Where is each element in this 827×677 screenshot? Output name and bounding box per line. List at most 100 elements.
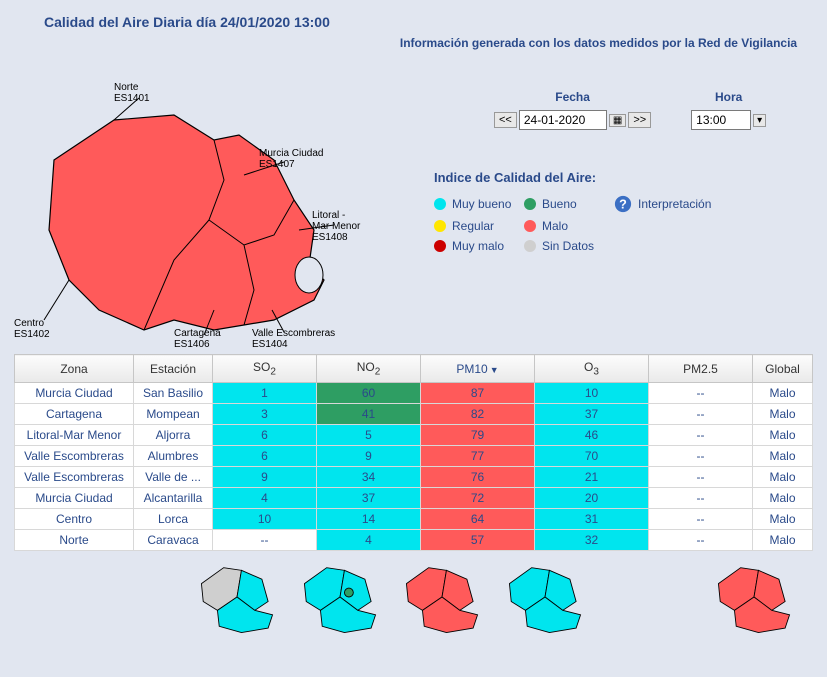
mini-map-so2 <box>186 557 289 637</box>
region-map: Norte ES1401 Murcia Ciudad ES1407 Litora… <box>14 70 384 350</box>
cell-o3: 70 <box>535 446 649 467</box>
cell-pm25: -- <box>649 404 753 425</box>
cell-pm10: 79 <box>421 425 535 446</box>
cell-zona: Litoral-Mar Menor <box>15 425 134 446</box>
cell-no2: 14 <box>317 509 421 530</box>
cell-estacion: Mompean <box>134 404 213 425</box>
cell-estacion: Aljorra <box>134 425 213 446</box>
table-row: NorteCaravaca--45732--Malo <box>15 530 813 551</box>
interpretation-link[interactable]: ? Interpretación <box>614 195 744 213</box>
cell-pm25: -- <box>649 383 753 404</box>
cell-global: Malo <box>753 509 813 530</box>
cell-so2: 1 <box>213 383 317 404</box>
map-label-murcia: Murcia Ciudad ES1407 <box>259 148 323 170</box>
cell-pm25: -- <box>649 488 753 509</box>
dot-regular <box>434 220 446 232</box>
cell-o3: 10 <box>535 383 649 404</box>
time-label: Hora <box>691 90 766 104</box>
mini-map-pm10 <box>391 557 494 637</box>
page-title: Calidad del Aire Diaria día 24/01/2020 1… <box>44 14 813 30</box>
map-label-norte: Norte ES1401 <box>114 82 150 104</box>
table-row: CartagenaMompean3418237--Malo <box>15 404 813 425</box>
cell-estacion: San Basilio <box>134 383 213 404</box>
cell-no2: 5 <box>317 425 421 446</box>
table-row: Litoral-Mar MenorAljorra657946--Malo <box>15 425 813 446</box>
cell-o3: 21 <box>535 467 649 488</box>
calendar-icon[interactable]: ▦ <box>609 114 626 127</box>
legend-title: Indice de Calidad del Aire: <box>434 170 813 185</box>
th-zona[interactable]: Zona <box>15 355 134 383</box>
th-no2[interactable]: NO2 <box>317 355 421 383</box>
cell-zona: Cartagena <box>15 404 134 425</box>
sort-desc-icon: ▼ <box>490 365 499 375</box>
cell-no2: 9 <box>317 446 421 467</box>
map-label-valle: Valle Escombreras ES1404 <box>252 328 335 350</box>
legend: Muy bueno Bueno ? Interpretación Regular… <box>434 195 813 253</box>
cell-global: Malo <box>753 425 813 446</box>
th-pm25[interactable]: PM2.5 <box>649 355 753 383</box>
date-prev-button[interactable]: << <box>494 112 517 128</box>
cell-o3: 46 <box>535 425 649 446</box>
date-next-button[interactable]: >> <box>628 112 651 128</box>
cell-global: Malo <box>753 488 813 509</box>
page-subtitle: Información generada con los datos medid… <box>384 36 813 50</box>
cell-global: Malo <box>753 446 813 467</box>
table-row: Murcia CiudadAlcantarilla4377220--Malo <box>15 488 813 509</box>
map-label-centro: Centro ES1402 <box>14 318 50 340</box>
cell-estacion: Lorca <box>134 509 213 530</box>
dot-muy-malo <box>434 240 446 252</box>
cell-o3: 37 <box>535 404 649 425</box>
cell-global: Malo <box>753 467 813 488</box>
table-row: Murcia CiudadSan Basilio1608710--Malo <box>15 383 813 404</box>
summary-maps-row <box>14 557 813 637</box>
cell-so2: 3 <box>213 404 317 425</box>
cell-pm25: -- <box>649 530 753 551</box>
cell-so2: 9 <box>213 467 317 488</box>
cell-global: Malo <box>753 404 813 425</box>
dot-muy-bueno <box>434 198 446 210</box>
th-global[interactable]: Global <box>753 355 813 383</box>
cell-no2: 60 <box>317 383 421 404</box>
dot-bueno <box>524 198 536 210</box>
cell-so2: 6 <box>213 425 317 446</box>
cell-zona: Murcia Ciudad <box>15 488 134 509</box>
map-label-litoral: Litoral - Mar Menor ES1408 <box>312 210 360 243</box>
date-input[interactable] <box>519 110 607 130</box>
cell-pm25: -- <box>649 425 753 446</box>
cell-o3: 20 <box>535 488 649 509</box>
cell-pm10: 72 <box>421 488 535 509</box>
th-pm10[interactable]: PM10▼ <box>421 355 535 383</box>
cell-zona: Norte <box>15 530 134 551</box>
cell-global: Malo <box>753 383 813 404</box>
cell-estacion: Valle de ... <box>134 467 213 488</box>
time-input[interactable] <box>691 110 751 130</box>
cell-pm10: 57 <box>421 530 535 551</box>
cell-so2: 4 <box>213 488 317 509</box>
cell-estacion: Alcantarilla <box>134 488 213 509</box>
cell-pm25: -- <box>649 467 753 488</box>
th-so2[interactable]: SO2 <box>213 355 317 383</box>
mini-map-o3 <box>493 557 596 637</box>
cell-pm10: 76 <box>421 467 535 488</box>
cell-o3: 31 <box>535 509 649 530</box>
th-o3[interactable]: O3 <box>535 355 649 383</box>
mini-map-no2 <box>288 557 391 637</box>
cell-zona: Murcia Ciudad <box>15 383 134 404</box>
dot-malo <box>524 220 536 232</box>
cell-zona: Valle Escombreras <box>15 467 134 488</box>
cell-o3: 32 <box>535 530 649 551</box>
cell-pm10: 64 <box>421 509 535 530</box>
cell-so2: -- <box>213 530 317 551</box>
cell-so2: 6 <box>213 446 317 467</box>
cell-no2: 4 <box>317 530 421 551</box>
map-label-cartagena: Cartagena ES1406 <box>174 328 221 350</box>
cell-zona: Valle Escombreras <box>15 446 134 467</box>
cell-pm25: -- <box>649 446 753 467</box>
air-quality-table: Zona Estación SO2 NO2 PM10▼ O3 PM2.5 Glo… <box>14 354 813 551</box>
cell-global: Malo <box>753 530 813 551</box>
cell-pm10: 77 <box>421 446 535 467</box>
cell-no2: 41 <box>317 404 421 425</box>
th-estacion[interactable]: Estación <box>134 355 213 383</box>
table-row: CentroLorca10146431--Malo <box>15 509 813 530</box>
time-dropdown-icon[interactable]: ▾ <box>753 114 766 127</box>
